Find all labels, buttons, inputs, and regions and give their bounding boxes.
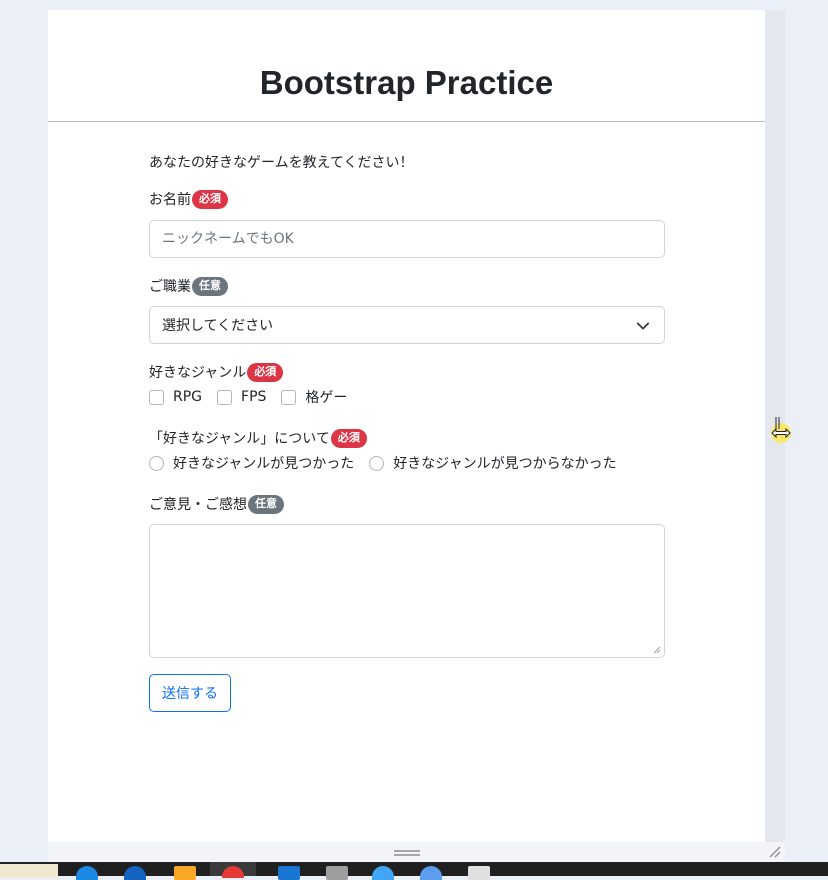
drag-handle-icon[interactable] [394, 850, 420, 856]
taskbar-app-icon[interactable] [326, 866, 348, 880]
comment-label: ご意見・ご感想 [149, 497, 247, 513]
job-label: ご職業 [149, 279, 191, 295]
textarea-resize-grip-icon[interactable] [653, 646, 661, 654]
genre-option-fighting[interactable]: 格ゲー [281, 387, 347, 407]
desktop: Bootstrap Practice あなたの好きなゲームを教えてください！ お… [0, 0, 828, 880]
resize-horizontal-cursor-icon [771, 417, 791, 443]
page-title: Bootstrap Practice [259, 64, 554, 101]
window-bottom-bar [48, 842, 785, 862]
about-genre-options: 好きなジャンルが見つかった 好きなジャンルが見つからなかった [149, 453, 632, 473]
taskbar-app-icon[interactable] [278, 866, 300, 880]
genre-fighting-checkbox[interactable] [281, 389, 297, 405]
genre-required-badge: 必須 [247, 362, 284, 382]
comment-optional-badge: 任意 [248, 494, 284, 514]
job-select-value: 選択してください [162, 318, 274, 334]
title-divider [48, 121, 765, 122]
genre-label: 好きなジャンル [149, 365, 247, 381]
taskbar [0, 862, 828, 880]
taskbar-active-item[interactable] [210, 862, 256, 878]
about-genre-option-not-found[interactable]: 好きなジャンルが見つからなかった [369, 453, 617, 473]
about-genre-required-badge: 必須 [330, 428, 367, 448]
genre-fps-checkbox[interactable] [217, 389, 233, 405]
genre-label-row: 好きなジャンル 必須 [149, 362, 284, 382]
found-radio[interactable] [149, 455, 164, 471]
about-genre-label-row: 「好きなジャンル」について 必須 [149, 428, 367, 448]
found-label: 好きなジャンルが見つかった [173, 456, 355, 472]
genre-options: RPG FPS 格ゲー [149, 387, 362, 407]
job-select[interactable]: 選択してください [149, 306, 665, 344]
taskbar-folder-icon[interactable] [174, 866, 196, 880]
browser-page: Bootstrap Practice あなたの好きなゲームを教えてください！ お… [48, 10, 765, 842]
window-resize-grip-icon[interactable] [769, 846, 781, 858]
job-label-row: ご職業 任意 [149, 276, 228, 296]
about-genre-label: 「好きなジャンル」について [149, 431, 330, 447]
job-optional-badge: 任意 [192, 276, 228, 296]
taskbar-app-icon[interactable] [420, 866, 442, 880]
genre-rpg-label: RPG [173, 389, 203, 405]
not-found-radio[interactable] [369, 455, 385, 471]
genre-fighting-label: 格ゲー [305, 390, 348, 406]
comment-textarea[interactable] [149, 524, 665, 658]
form-lead-text: あなたの好きなゲームを教えてください！ [149, 155, 414, 171]
chevron-down-icon [636, 322, 650, 330]
taskbar-app-icon[interactable] [124, 866, 146, 880]
name-label: お名前 [149, 192, 191, 208]
name-input[interactable] [149, 220, 665, 258]
taskbar-browser-icon [222, 866, 244, 878]
genre-option-rpg[interactable]: RPG [149, 389, 202, 405]
about-genre-option-found[interactable]: 好きなジャンルが見つかった [149, 453, 354, 473]
genre-rpg-checkbox[interactable] [149, 389, 164, 405]
genre-fps-label: FPS [241, 389, 267, 405]
taskbar-app-icon[interactable] [76, 866, 98, 880]
submit-button[interactable]: 送信する [149, 674, 231, 712]
taskbar-app-icon[interactable] [372, 866, 394, 880]
genre-option-fps[interactable]: FPS [217, 389, 266, 405]
name-label-row: お名前 必須 [149, 189, 228, 209]
not-found-label: 好きなジャンルが見つからなかった [393, 456, 617, 472]
name-required-badge: 必須 [192, 189, 228, 209]
comment-label-row: ご意見・ご感想 任意 [149, 494, 284, 514]
taskbar-app-icon[interactable] [468, 866, 490, 880]
